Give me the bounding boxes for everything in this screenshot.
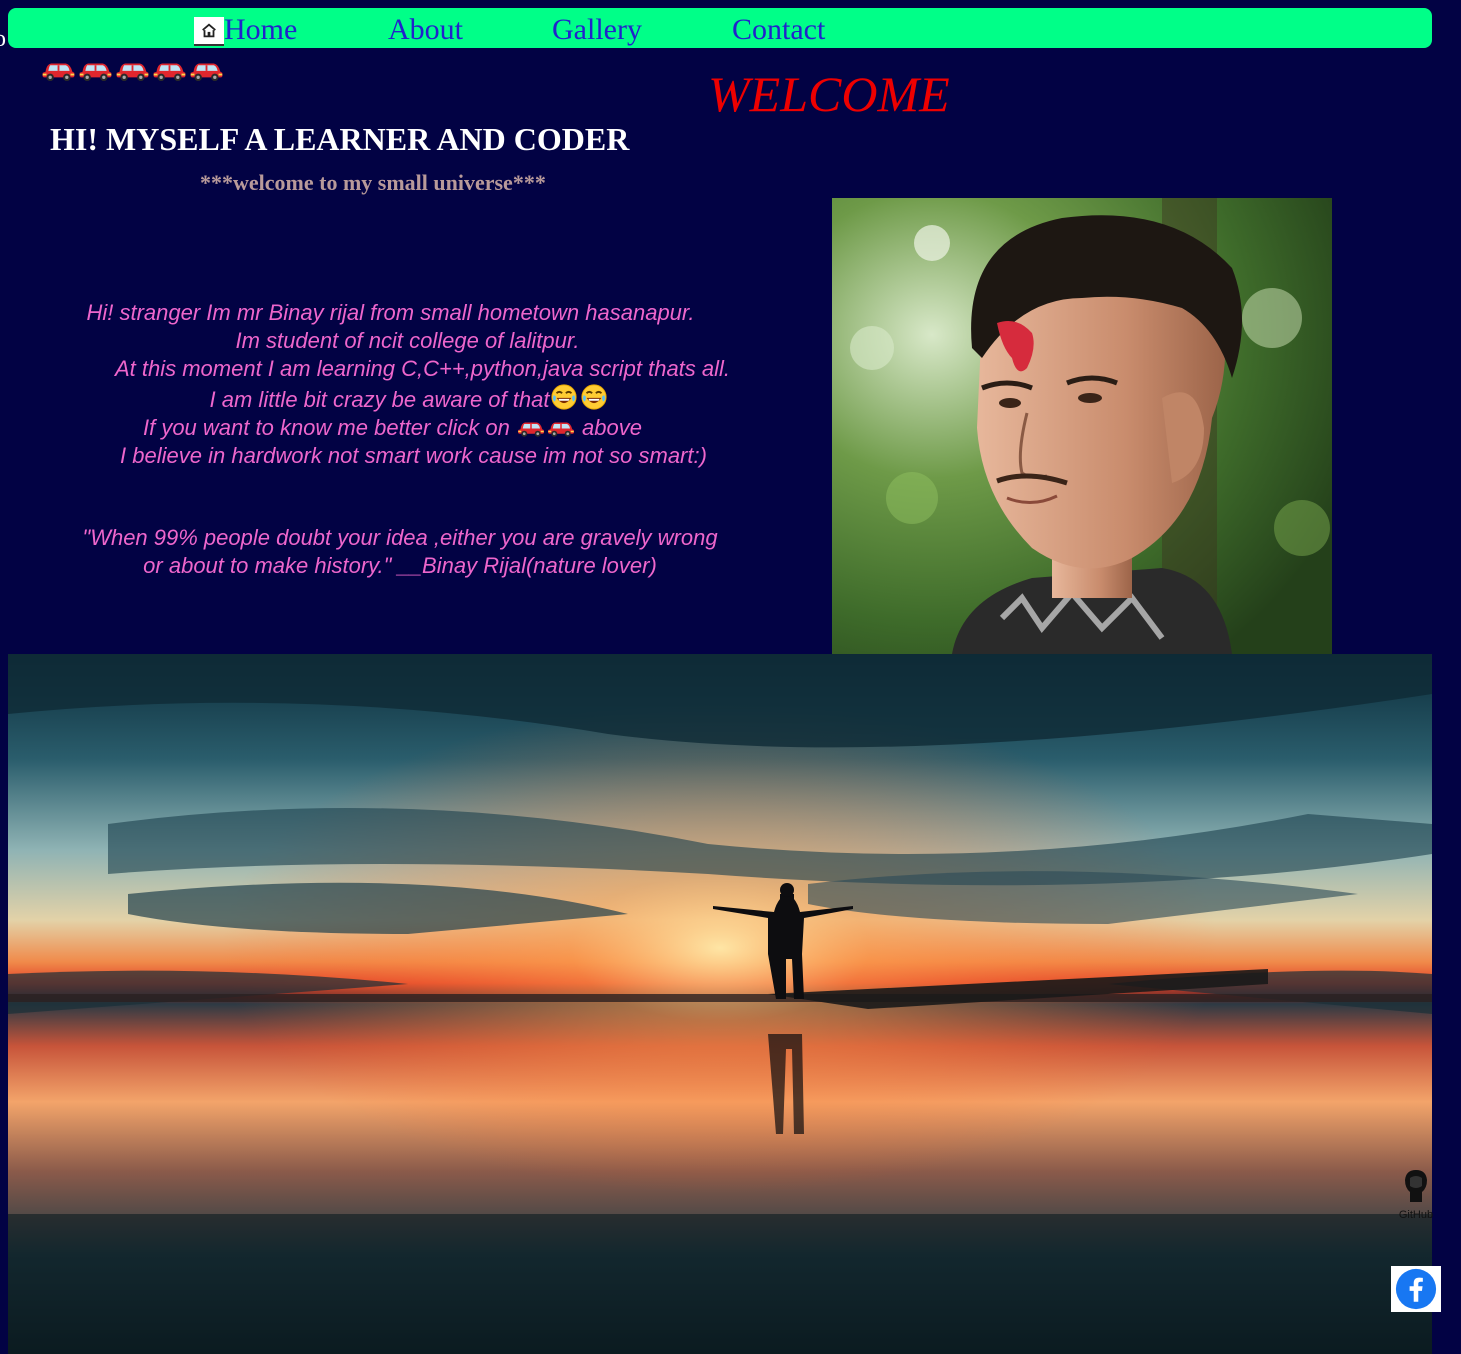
nav-contact-link[interactable]: Contact xyxy=(732,12,825,48)
car-icon[interactable] xyxy=(77,52,114,86)
car-icon[interactable] xyxy=(114,52,151,86)
quote-paragraph: "When 99% people doubt your idea ,either… xyxy=(20,524,780,580)
bio-line: Im student of ncit college of lalitpur. xyxy=(235,328,580,353)
bio-line: I believe in hardwork not smart work cau… xyxy=(120,443,707,468)
quote-line: or about to make history." __Binay Rijal… xyxy=(143,553,657,578)
car-icon[interactable] xyxy=(40,52,77,86)
bio-line-text: If you want to know me better click on xyxy=(142,415,516,440)
github-label: GitHub xyxy=(1399,1209,1433,1220)
facebook-icon[interactable] xyxy=(1391,1266,1441,1312)
car-icon[interactable] xyxy=(151,52,188,86)
bio-line: Hi! stranger Im mr Binay rijal from smal… xyxy=(86,300,695,325)
nav-gallery-link[interactable]: Gallery xyxy=(552,12,642,48)
nav-about-link[interactable]: About xyxy=(388,12,463,48)
quote-line: "When 99% people doubt your idea ,either… xyxy=(82,525,718,550)
bio-line-text: above xyxy=(575,415,642,440)
welcome-subheading: ***welcome to my small universe*** xyxy=(200,170,546,195)
bio-line: If you want to know me better click on a… xyxy=(0,414,795,442)
top-navbar: Home About Gallery Contact xyxy=(8,8,1432,48)
car-icon[interactable] xyxy=(188,52,225,86)
car-icons-row xyxy=(40,52,225,86)
intro-heading: HI! MYSELF A LEARNER AND CODER xyxy=(50,121,630,157)
sunset-background-photo xyxy=(8,654,1432,1354)
profile-photo xyxy=(832,198,1332,654)
nav-home-link[interactable]: Home xyxy=(224,12,297,48)
welcome-title: WELCOME xyxy=(708,66,950,122)
github-icon[interactable]: GitHub xyxy=(1396,1168,1436,1220)
home-icon[interactable] xyxy=(194,17,224,46)
bio-line: At this moment I am learning C,C++,pytho… xyxy=(114,356,731,381)
bio-paragraph: Hi! stranger Im mr Binay rijal from smal… xyxy=(20,299,795,470)
laughing-emoji-icon xyxy=(549,383,579,411)
car-icon xyxy=(546,415,576,439)
bio-line: I am little bit crazy be aware of that xyxy=(24,383,795,414)
car-icon xyxy=(516,415,546,439)
edge-text-fragment: o xyxy=(0,26,6,52)
bio-line-text: I am little bit crazy be aware of that xyxy=(209,387,550,412)
laughing-emoji-icon xyxy=(579,383,609,411)
